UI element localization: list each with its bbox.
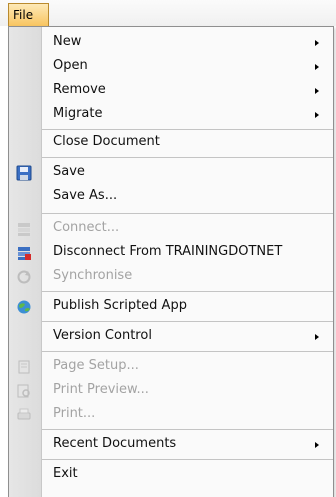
menu-item-remove[interactable]: Remove: [9, 79, 333, 103]
menu-item-label: Page Setup...: [53, 358, 139, 373]
menu-separator: [42, 321, 333, 322]
disconnect-icon: [18, 247, 31, 260]
menu-item-publish-scripted-app[interactable]: Publish Scripted App: [9, 295, 333, 319]
menu-item-open[interactable]: Open: [9, 55, 333, 79]
menu-item-label: Remove: [53, 82, 106, 97]
page-setup-icon: [18, 360, 30, 374]
menu-separator: [42, 213, 333, 214]
submenu-arrow-icon: [315, 334, 319, 340]
menu-item-label: Print Preview...: [53, 382, 149, 397]
menu-item-label: Recent Documents: [53, 436, 177, 451]
menu-item-label: Print...: [53, 406, 96, 421]
menu-item-page-setup[interactable]: Page Setup...: [9, 355, 333, 379]
menu-item-save[interactable]: Save: [9, 161, 333, 185]
menu-item-version-control[interactable]: Version Control: [9, 325, 333, 349]
sync-icon: [17, 270, 31, 284]
menu-item-print-preview[interactable]: Print Preview...: [9, 379, 333, 403]
menu-separator: [42, 129, 333, 130]
save-icon: [16, 165, 32, 181]
menu-item-label: Close Document: [53, 134, 160, 149]
menu-item-migrate[interactable]: Migrate: [9, 103, 333, 127]
menu-item-label: Publish Scripted App: [53, 298, 187, 313]
menu-item-print[interactable]: Print...: [9, 403, 333, 427]
submenu-arrow-icon: [315, 64, 319, 70]
menu-separator: [42, 291, 333, 292]
menu-separator: [42, 157, 333, 158]
file-dropdown-menu: New Open Remove Migrate Close Document S…: [8, 26, 334, 497]
menu-item-label: New: [53, 34, 82, 49]
submenu-arrow-icon: [315, 40, 319, 46]
menu-item-recent-documents[interactable]: Recent Documents: [9, 433, 333, 457]
menu-separator: [42, 459, 333, 460]
submenu-arrow-icon: [315, 442, 319, 448]
menu-item-label: Save: [53, 164, 85, 179]
menu-item-disconnect[interactable]: Disconnect From TRAININGDOTNET: [9, 241, 333, 265]
menu-item-label: Connect...: [53, 220, 120, 235]
menu-item-label: Version Control: [53, 328, 152, 343]
submenu-arrow-icon: [315, 112, 319, 118]
menu-item-save-as[interactable]: Save As...: [9, 185, 333, 209]
menu-item-synchronise[interactable]: Synchronise: [9, 265, 333, 289]
menu-item-label: Save As...: [53, 188, 118, 203]
menu-item-label: Exit: [53, 466, 78, 481]
menu-item-label: Synchronise: [53, 268, 133, 283]
file-menu-label: File: [13, 8, 34, 22]
publish-icon: [17, 300, 31, 314]
menu-item-exit[interactable]: Exit: [9, 463, 333, 487]
menu-separator: [42, 351, 333, 352]
menu-item-label: Disconnect From TRAININGDOTNET: [53, 244, 283, 259]
connect-icon: [18, 223, 30, 236]
menu-bar: File: [0, 0, 336, 27]
menu-item-close-document[interactable]: Close Document: [9, 131, 333, 155]
menu-item-connect[interactable]: Connect...: [9, 217, 333, 241]
menu-item-new[interactable]: New: [9, 31, 333, 55]
menu-item-label: Migrate: [53, 106, 103, 121]
file-menu-tab[interactable]: File: [8, 3, 49, 27]
print-preview-icon: [17, 384, 30, 398]
print-icon: [17, 408, 31, 420]
submenu-arrow-icon: [315, 88, 319, 94]
menu-item-label: Open: [53, 58, 88, 73]
menu-separator: [42, 429, 333, 430]
